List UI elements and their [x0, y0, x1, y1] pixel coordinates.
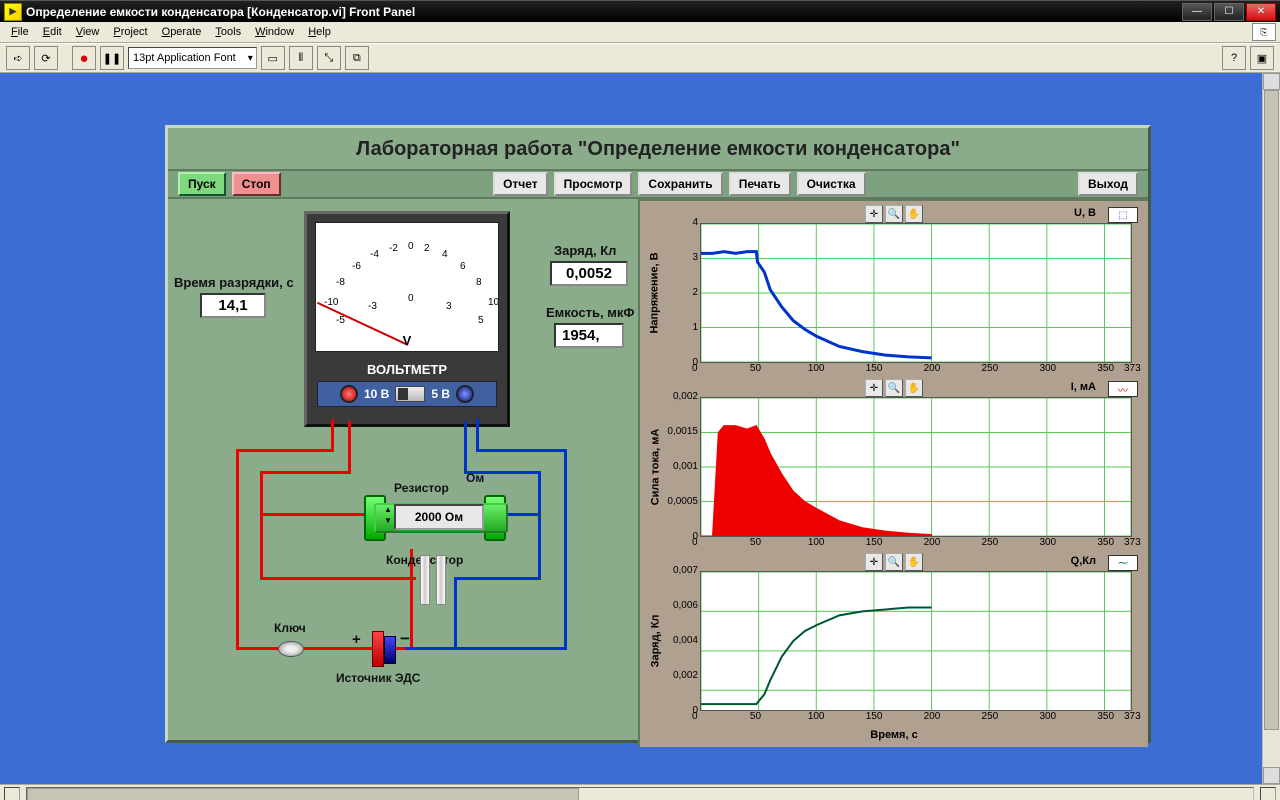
main-panel: Лабораторная работа "Определение емкости…: [165, 125, 1151, 743]
save-button[interactable]: Сохранить: [638, 172, 722, 196]
menu-edit[interactable]: Edit: [36, 24, 69, 40]
stop-button[interactable]: Стоп: [232, 172, 281, 196]
panel-title: Лабораторная работа "Определение емкости…: [168, 128, 1148, 169]
source-label: Источник ЭДС: [336, 671, 420, 685]
menu-operate[interactable]: Operate: [155, 24, 209, 40]
circuit-pane: Время разрядки, с 14,1 Заряд, Кл 0,0052 …: [168, 199, 638, 747]
window-title: Определение емкости конденсатора [Конден…: [26, 5, 1182, 19]
time-label: Время разрядки, с: [174, 275, 294, 290]
menu-project[interactable]: Project: [106, 24, 154, 40]
h-scrollbar-thumb[interactable]: [27, 788, 579, 800]
abort-button[interactable]: ●: [72, 46, 96, 70]
capacity-value: 1954,: [554, 323, 624, 348]
graph-tool-zoom-icon[interactable]: 🔍: [885, 205, 903, 223]
graph-tool-hand-icon[interactable]: ✋: [905, 205, 923, 223]
report-button[interactable]: Отчет: [493, 172, 548, 196]
voltmeter: -10 -8 -6 -4 -2 0 2 4 6 8 10 -5: [304, 211, 510, 427]
menu-view[interactable]: View: [69, 24, 107, 40]
font-select[interactable]: 13pt Application Font: [128, 47, 257, 69]
titlebar: ▶ Определение емкости конденсатора [Конд…: [0, 0, 1280, 22]
charge-value: 0,0052: [550, 261, 628, 286]
graph-charge: ✛ 🔍 ✋ Q,Кл ⁓ Заряд, Кл 0,0070,0060,0040,…: [646, 553, 1142, 723]
preview-button[interactable]: Просмотр: [554, 172, 633, 196]
graph-tool-hand-icon[interactable]: ✋: [905, 553, 923, 571]
help-button[interactable]: ?: [1222, 46, 1246, 70]
toolbar: ➪ ⟳ ● ❚❚ 13pt Application Font ▭ ⫴ ⤡ ⧉ ?…: [0, 43, 1280, 73]
menubar: File Edit View Project Operate Tools Win…: [0, 22, 1280, 43]
switch-toggle[interactable]: [278, 641, 304, 657]
pause-button[interactable]: ❚❚: [100, 46, 124, 70]
legend-current-icon[interactable]: 〰: [1108, 381, 1138, 397]
charge-label: Заряд, Кл: [554, 243, 616, 258]
close-button[interactable]: ✕: [1246, 3, 1276, 21]
start-button[interactable]: Пуск: [178, 172, 226, 196]
align-button[interactable]: ▭: [261, 46, 285, 70]
legend-voltage-icon[interactable]: ⬚: [1108, 207, 1138, 223]
run-continuous-button[interactable]: ⟳: [34, 46, 58, 70]
distribute-button[interactable]: ⫴: [289, 46, 313, 70]
print-button[interactable]: Печать: [729, 172, 791, 196]
graph-voltage: ✛ 🔍 ✋ U, В ⬚ Напряжение, В 43210 0501001…: [646, 205, 1142, 375]
maximize-button[interactable]: ☐: [1214, 3, 1244, 21]
source-icon: [372, 631, 396, 667]
client-area: Лабораторная работа "Определение емкости…: [0, 73, 1280, 784]
graph-tool-zoom-icon[interactable]: 🔍: [885, 553, 903, 571]
scroll-right-icon[interactable]: [1260, 787, 1276, 800]
v-unit: V: [316, 333, 498, 348]
minimize-button[interactable]: —: [1182, 3, 1212, 21]
vi-icon[interactable]: ⎘: [1252, 23, 1276, 41]
graph-tool-crosshair-icon[interactable]: ✛: [865, 553, 883, 571]
graph-tool-zoom-icon[interactable]: 🔍: [885, 379, 903, 397]
x-axis-label: Время, с: [646, 727, 1142, 743]
resize-button[interactable]: ⤡: [317, 46, 341, 70]
exit-button[interactable]: Выход: [1078, 172, 1138, 196]
statusbar: [0, 784, 1280, 800]
menu-tools[interactable]: Tools: [208, 24, 248, 40]
reorder-button[interactable]: ⧉: [345, 46, 369, 70]
capacity-label: Емкость, мкФ: [546, 305, 634, 320]
graph-current: ✛ 🔍 ✋ I, мА 〰 Сила тока, мА 0,0020,00150…: [646, 379, 1142, 549]
graph-tool-crosshair-icon[interactable]: ✛: [865, 379, 883, 397]
terminal-minus-icon: [456, 385, 474, 403]
voltmeter-name: ВОЛЬТМЕТР: [307, 360, 507, 379]
run-button[interactable]: ➪: [6, 46, 30, 70]
time-value: 14,1: [200, 293, 266, 318]
capacitor-plate-icon: [420, 555, 430, 605]
range-switch[interactable]: [395, 386, 425, 402]
graph-tool-crosshair-icon[interactable]: ✛: [865, 205, 883, 223]
scroll-left-icon[interactable]: [4, 787, 20, 800]
resistor-value[interactable]: 2000 Ом: [394, 504, 484, 530]
graph-tool-hand-icon[interactable]: ✋: [905, 379, 923, 397]
menu-window[interactable]: Window: [248, 24, 301, 40]
resistor-label: Резистор: [394, 481, 449, 495]
labview-icon: ▶: [4, 3, 22, 21]
graphs-pane: ✛ 🔍 ✋ U, В ⬚ Напряжение, В 43210 0501001…: [638, 199, 1148, 747]
clear-button[interactable]: Очистка: [797, 172, 866, 196]
terminal-plus-icon: [340, 385, 358, 403]
ohm-label: Ом: [466, 471, 484, 485]
context-button[interactable]: ▣: [1250, 46, 1274, 70]
legend-charge-icon[interactable]: ⁓: [1108, 555, 1138, 571]
button-row: Пуск Стоп Отчет Просмотр Сохранить Печат…: [168, 169, 1148, 199]
menu-file[interactable]: File: [4, 24, 36, 40]
menu-help[interactable]: Help: [301, 24, 338, 40]
switch-label: Ключ: [274, 621, 306, 635]
vertical-scrollbar[interactable]: [1262, 73, 1280, 784]
